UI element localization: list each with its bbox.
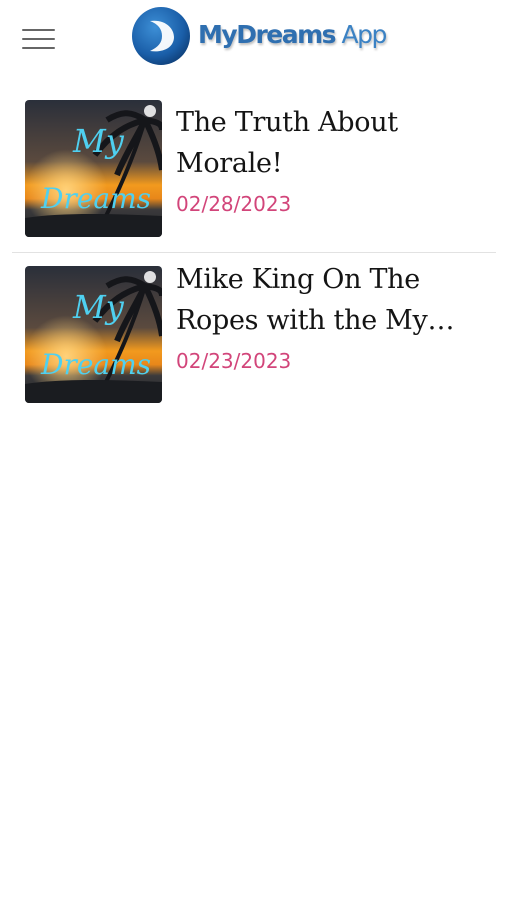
logo-text: MyDreams App [198,19,387,49]
app-logo[interactable]: MyDreams App [130,4,387,68]
svg-text:My: My [72,122,125,160]
episode-list: My Dreams The Truth About Morale! 02/28/… [0,88,507,412]
svg-text:Dreams: Dreams [40,348,151,381]
episode-date: 02/23/2023 [176,349,292,373]
episode-title[interactable]: The Truth About Morale! [176,102,476,184]
svg-text:Dreams: Dreams [40,182,151,215]
episode-date: 02/28/2023 [176,192,292,216]
moon-logo-icon [132,7,190,65]
list-item[interactable]: My Dreams Mike King On The Ropes with th… [12,252,496,412]
episode-title[interactable]: Mike King On The Ropes with the My… [176,259,476,341]
episode-info: Mike King On The Ropes with the My… 02/2… [176,259,476,373]
episode-info: The Truth About Morale! 02/28/2023 [176,102,476,216]
episode-thumbnail[interactable]: My Dreams [25,100,162,237]
app-header: MyDreams App [0,0,507,80]
svg-text:My: My [72,288,125,326]
list-item[interactable]: My Dreams The Truth About Morale! 02/28/… [0,88,507,252]
episode-thumbnail[interactable]: My Dreams [25,266,162,403]
hamburger-menu-icon[interactable] [22,27,56,51]
